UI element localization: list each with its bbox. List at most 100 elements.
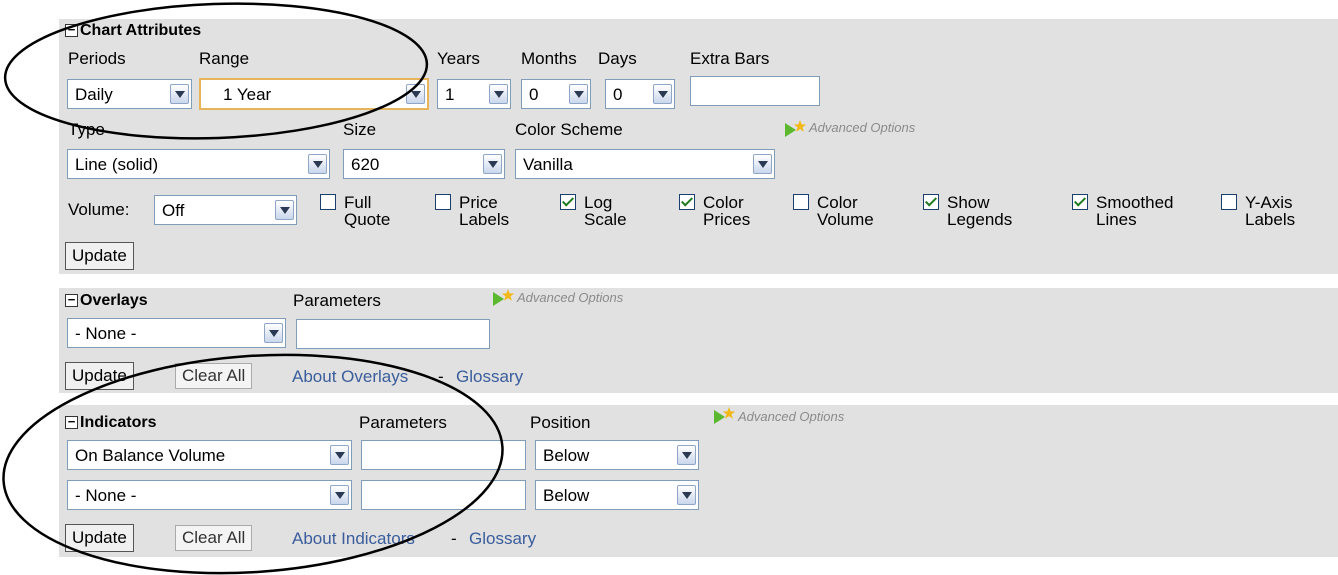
advanced-options-link[interactable]: Advanced Options [809,120,915,136]
days-select[interactable]: 0 [605,79,675,109]
range-value: 1 Year [223,85,272,104]
chevron-down-icon[interactable] [170,84,189,104]
checkbox-label: Show Legends [947,193,1013,229]
overlay-parameters-input[interactable] [296,319,490,349]
overlays-glossary-link[interactable]: Glossary [456,367,523,387]
color-scheme-select[interactable]: Vanilla [515,149,775,179]
indicators-update-button[interactable]: Update [65,524,134,552]
indicators-title: Indicators [80,414,157,431]
advanced-options-icon[interactable] [491,289,515,307]
indicators-advanced-options-link[interactable]: Advanced Options [738,409,844,425]
checkbox-price-labels[interactable] [435,194,451,210]
indicator-value: On Balance Volume [75,446,226,465]
about-indicators-link[interactable]: About Indicators [292,529,415,549]
months-select[interactable]: 0 [521,79,591,109]
about-overlays-link[interactable]: About Overlays [292,367,408,387]
checkbox-label: Price Labels [459,193,510,229]
chevron-down-icon[interactable] [264,323,283,343]
color-scheme-label: Color Scheme [515,120,623,139]
position-value: Below [543,446,590,465]
volume-value: Off [162,201,185,220]
extra-bars-input[interactable] [690,76,820,106]
collapse-icon[interactable]: − [65,415,78,429]
indicators-position-label: Position [530,413,591,432]
years-select[interactable]: 1 [437,79,511,109]
chevron-down-icon[interactable] [308,154,327,174]
checkbox-smoothed-lines[interactable] [1072,194,1088,210]
indicator-parameters-input-2[interactable] [361,480,526,510]
link-separator: - [438,367,444,386]
checkbox-full-quote[interactable] [320,194,336,210]
volume-select[interactable]: Off [154,195,297,225]
checkbox-label: Log Scale [584,193,627,229]
type-value: Line (solid) [75,155,159,174]
chart-attributes-title: Chart Attributes [80,22,202,39]
overlay-value: - None - [75,324,137,343]
color-scheme-value: Vanilla [523,155,573,174]
periods-label: Periods [68,49,126,68]
chevron-down-icon[interactable] [489,84,508,104]
days-label: Days [598,49,637,68]
range-select[interactable]: 1 Year [199,78,429,110]
periods-value: Daily [75,85,113,104]
overlays-parameters-label: Parameters [293,291,381,310]
checkbox-label: Smoothed Lines [1096,193,1174,229]
indicator-select-2[interactable]: - None - [67,480,352,510]
chevron-down-icon[interactable] [330,485,349,505]
indicator-position-select-2[interactable]: Below [535,480,699,510]
link-separator: - [451,529,457,548]
overlays-advanced-options-link[interactable]: Advanced Options [517,290,623,306]
chevron-down-icon[interactable] [406,84,425,104]
collapse-icon[interactable]: − [65,23,78,37]
years-value: 1 [445,85,455,104]
indicators-panel: − Indicators Parameters Position Advanced… [59,405,1338,557]
chevron-down-icon[interactable] [483,154,502,174]
indicator-parameters-input-1[interactable] [361,440,526,470]
type-label: Type [68,120,105,139]
indicators-clear-all-button[interactable]: Clear All [175,525,253,551]
volume-label: Volume: [68,200,130,219]
months-label: Months [521,49,577,68]
years-label: Years [437,49,480,68]
overlays-clear-all-button[interactable]: Clear All [175,363,253,389]
chevron-down-icon[interactable] [275,200,294,220]
checkbox-y-axis-labels[interactable] [1221,194,1237,210]
checkbox-color-volume[interactable] [793,194,809,210]
checkbox-show-legends[interactable] [923,194,939,210]
indicator-select-1[interactable]: On Balance Volume [67,440,352,470]
chevron-down-icon[interactable] [753,154,772,174]
advanced-options-icon[interactable] [783,120,807,138]
checkbox-color-prices[interactable] [679,194,695,210]
chevron-down-icon[interactable] [677,445,696,465]
checkbox-label: Color Prices [703,193,751,229]
checkbox-log-scale[interactable] [560,194,576,210]
checkbox-label: Y-Axis Labels [1245,193,1296,229]
size-label: Size [343,120,377,139]
overlays-header[interactable]: − Overlays [65,291,148,311]
overlays-panel: − Overlays Parameters Advanced Options - … [59,288,1338,393]
chevron-down-icon[interactable] [330,445,349,465]
chart-attributes-panel: − Chart Attributes Periods Range Years Mo… [59,19,1338,274]
overlay-select[interactable]: - None - [67,318,286,348]
type-select[interactable]: Line (solid) [67,149,330,179]
indicator-position-select-1[interactable]: Below [535,440,699,470]
days-value: 0 [613,85,623,104]
chart-attributes-header[interactable]: − Chart Attributes [65,21,201,41]
indicators-header[interactable]: − Indicators [65,413,156,433]
chart-update-button[interactable]: Update [65,242,134,270]
chevron-down-icon[interactable] [677,485,696,505]
overlays-title: Overlays [80,292,148,309]
chevron-down-icon[interactable] [569,84,588,104]
checkbox-label: Full Quote [344,193,391,229]
overlays-update-button[interactable]: Update [65,362,134,390]
chevron-down-icon[interactable] [653,84,672,104]
collapse-icon[interactable]: − [65,293,78,307]
extra-bars-label: Extra Bars [690,49,770,68]
size-select[interactable]: 620 [343,149,505,179]
checkbox-label: Color Volume [817,193,874,229]
periods-select[interactable]: Daily [67,79,192,109]
advanced-options-icon[interactable] [712,407,736,425]
indicators-glossary-link[interactable]: Glossary [469,529,536,549]
range-label: Range [199,49,250,68]
size-value: 620 [351,155,380,174]
